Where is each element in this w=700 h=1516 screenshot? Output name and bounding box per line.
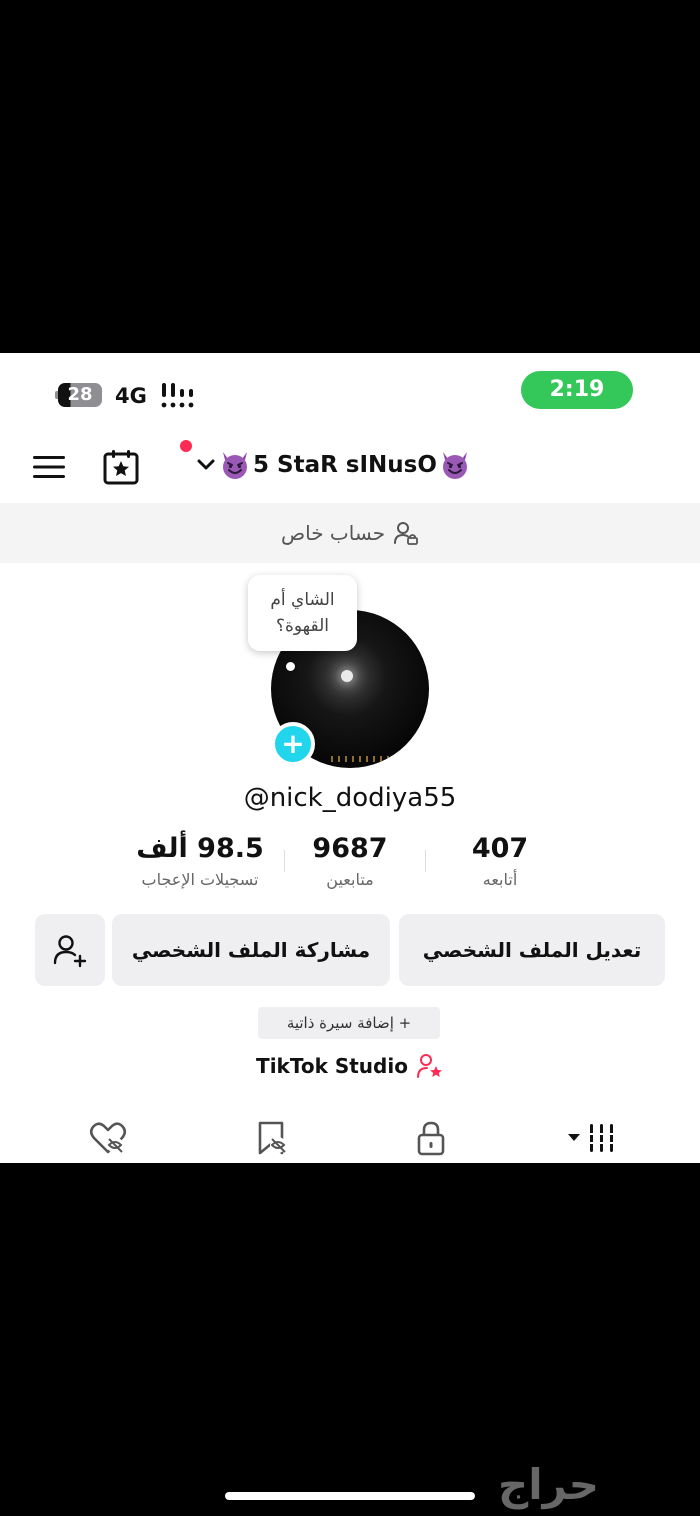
stat-likes[interactable]: 98.5 ألف تسجيلات الإعجاب xyxy=(120,830,280,889)
following-count: 407 xyxy=(471,833,529,864)
tab-saved[interactable] xyxy=(251,1118,291,1158)
followers-count: 9687 xyxy=(312,833,388,864)
status-bar: 28 4G 2:19 xyxy=(0,353,700,433)
add-story-button[interactable]: + xyxy=(271,722,315,766)
username: @nick_dodiya55 xyxy=(243,783,457,813)
likes-label: تسجيلات الإعجاب xyxy=(141,870,259,889)
profile-top-bar: 5 StaR sINusO xyxy=(0,433,700,503)
menu-icon[interactable] xyxy=(32,453,66,481)
private-account-label: حساب خاص xyxy=(280,521,386,545)
creator-calendar-icon[interactable] xyxy=(102,448,140,486)
city-lights xyxy=(331,756,411,762)
creator-star-icon xyxy=(416,1054,442,1078)
likes-count: 98.5 ألف xyxy=(136,833,264,864)
chevron-down-icon xyxy=(197,459,215,470)
tiktok-studio-link[interactable]: TikTok Studio xyxy=(0,1052,700,1080)
watermark-logo: حراج xyxy=(498,1460,600,1509)
stat-following[interactable]: 407 أتابعه xyxy=(420,830,580,889)
tab-liked[interactable] xyxy=(88,1118,128,1158)
add-user-icon xyxy=(53,935,87,968)
tab-videos[interactable] xyxy=(568,1118,618,1158)
battery-level: 28 xyxy=(58,383,102,407)
note-bubble-tail xyxy=(286,662,295,671)
account-switcher[interactable]: 5 StaR sINusO xyxy=(195,447,471,483)
following-label: أتابعه xyxy=(482,870,518,889)
tiktok-studio-label: TikTok Studio xyxy=(256,1054,408,1078)
private-account-banner: حساب خاص xyxy=(0,503,700,563)
add-friends-button[interactable] xyxy=(35,914,105,986)
edit-profile-button[interactable]: تعديل الملف الشخصي xyxy=(399,914,665,986)
black-top-area xyxy=(0,0,700,353)
note-bubble[interactable]: الشاي أم القهوة؟ xyxy=(248,575,357,651)
moon-glow xyxy=(341,670,353,682)
account-name: 5 StaR sINusO xyxy=(253,452,437,478)
signal-icon xyxy=(161,383,194,408)
smiling-devil-icon xyxy=(223,452,247,479)
lock-icon xyxy=(417,1121,445,1156)
battery-icon: 28 xyxy=(55,383,105,407)
stat-followers[interactable]: 9687 متابعين xyxy=(270,830,430,889)
smiling-devil-icon xyxy=(442,452,467,479)
phone-screen: 28 4G 2:19 5 StaR sINusO حساب خاص + الشا… xyxy=(0,353,700,1163)
network-type: 4G xyxy=(115,384,147,408)
stat-divider xyxy=(284,850,285,872)
tab-private[interactable] xyxy=(411,1118,451,1158)
add-bio-button[interactable]: + إضافة سيرة ذاتية xyxy=(258,1007,440,1039)
status-time[interactable]: 2:19 xyxy=(521,371,633,409)
private-account-icon xyxy=(394,522,418,545)
bookmark-hidden-icon xyxy=(258,1121,286,1155)
home-indicator[interactable] xyxy=(225,1492,475,1500)
followers-label: متابعين xyxy=(326,870,374,889)
notification-dot xyxy=(180,440,192,452)
share-profile-button[interactable]: مشاركة الملف الشخصي xyxy=(112,914,390,986)
liked-hidden-icon xyxy=(89,1122,127,1154)
grid-icon xyxy=(568,1124,615,1152)
